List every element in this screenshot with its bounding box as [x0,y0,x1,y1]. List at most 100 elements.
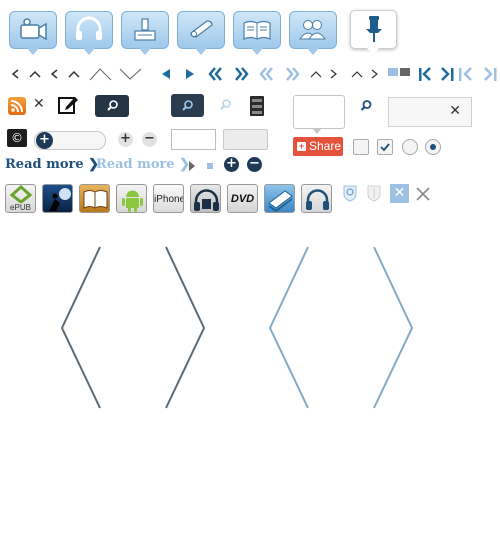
headphones-bubble-button[interactable] [65,11,113,55]
small-chevron-right-icon [330,69,337,79]
triangle-right-icon [186,69,194,79]
headphones-icon [306,189,329,210]
open-book-icon [243,20,271,40]
small-chevron-right-icon [371,69,378,79]
shield-outline-icon[interactable] [366,184,382,202]
light-last-page-icon [484,67,497,81]
close-button-blue[interactable]: ✕ [390,184,409,203]
pushpin-icon [366,16,382,42]
book-bubble-button[interactable] [233,11,281,55]
play-icon [189,161,195,171]
small-chevron-up-icon [310,71,322,78]
chevron-left-icon [11,69,19,79]
chevron-left-icon [50,69,58,79]
large-chevron-down-icon [119,68,142,80]
upload-bubble-button[interactable] [121,11,169,55]
double-chevron-right-icon [235,67,243,81]
ebook-app-icon[interactable] [264,184,295,213]
search-icon [107,100,118,111]
small-chevron-up-icon [351,71,363,78]
triangle-left-icon [162,69,170,79]
iphone-label: iPhone [154,194,184,205]
read-more-label: Read more ❯ [5,157,100,172]
file-cabinet-icon[interactable] [249,95,265,117]
headphones-icon [76,16,102,40]
shield-icon[interactable] [342,184,358,202]
checkbox-checked[interactable] [377,139,393,155]
android-icon [122,190,143,212]
plus-icon: + [297,141,306,151]
users-bubble-button[interactable] [289,11,337,55]
speech-bubble-input[interactable] [293,95,345,134]
clear-icon[interactable]: ✕ [449,103,461,119]
books-app-icon[interactable] [79,184,110,213]
search-icon [182,100,193,111]
plus-knob-icon[interactable]: + [36,132,53,149]
read-more-link[interactable]: Read more ❯ [5,157,99,172]
rss-icon [10,100,23,113]
checkbox-unchecked[interactable] [353,139,369,155]
toggle-switch[interactable]: + [34,131,106,150]
light-double-chevron-right-icon [286,67,294,81]
dvd-label: DVD [230,193,255,205]
large-chevron-left-light-icon[interactable] [268,246,309,409]
reader-app-icon[interactable] [42,184,73,213]
increment-button[interactable]: + [118,132,133,147]
share-label: Share [309,139,342,153]
rss-feed-button[interactable] [8,97,26,115]
scroll-bubble-button[interactable] [177,11,225,55]
search-icon-light[interactable] [219,98,233,112]
scroll-icon [190,20,213,38]
checkmark-icon [380,143,390,152]
play-stop-icons[interactable] [187,160,217,172]
pin-bubble-button[interactable] [350,10,397,55]
close-icon[interactable] [415,186,431,202]
large-chevron-up-icon [89,68,112,81]
radio-unselected[interactable] [402,139,418,155]
chevron-up-icon [29,70,41,78]
iphone-app-icon[interactable]: iPhone [153,184,184,213]
audio-app-icon[interactable] [301,184,332,213]
headphones-icon [194,189,219,211]
large-arrows [60,246,414,409]
radio-dot [430,144,436,150]
large-chevron-right-light-icon[interactable] [373,246,414,409]
disabled-text-input[interactable] [223,129,268,150]
clearable-search-field[interactable]: ✕ [388,97,472,127]
large-chevron-right-icon[interactable] [165,246,206,409]
light-double-chevron-left-icon [259,67,267,81]
large-chevron-left-icon[interactable] [60,246,101,409]
share-button[interactable]: + Share [293,137,343,156]
decrement-button[interactable]: − [142,132,157,147]
epub-app-icon[interactable]: ePUB [5,184,36,213]
close-icon[interactable]: ✕ [33,96,45,112]
search-icon[interactable] [359,99,373,113]
upload-tray-icon [134,18,156,41]
read-more-link-light[interactable]: Read more ❯ [96,157,190,172]
expand-button[interactable]: + [224,157,239,172]
first-page-icon [419,67,431,81]
video-bubble-button[interactable] [9,11,57,55]
chevron-up-icon [68,70,80,78]
search-button-dark[interactable] [95,95,129,117]
users-icon [299,20,326,40]
search-button-dark-alt[interactable] [171,94,204,117]
last-page-icon [441,67,454,81]
video-camera-icon [20,18,47,41]
double-chevron-left-icon [208,67,216,81]
android-app-icon[interactable] [116,184,147,213]
view-toggle-icon [388,68,410,76]
collapse-button[interactable]: − [247,157,262,172]
audiobook-app-icon[interactable] [190,184,221,213]
navigation-arrow-strip [11,67,497,81]
copyright-icon: © [7,129,27,147]
reading-person-icon [49,188,71,211]
edit-icon[interactable] [57,94,79,116]
stop-icon [207,163,213,169]
epub-label: ePUB [10,203,31,212]
radio-selected[interactable] [425,139,441,155]
tablet-book-icon [268,190,293,212]
dvd-app-icon[interactable]: DVD [227,184,258,213]
text-input[interactable] [171,129,216,150]
read-more-label: Read more ❯ [96,157,191,172]
